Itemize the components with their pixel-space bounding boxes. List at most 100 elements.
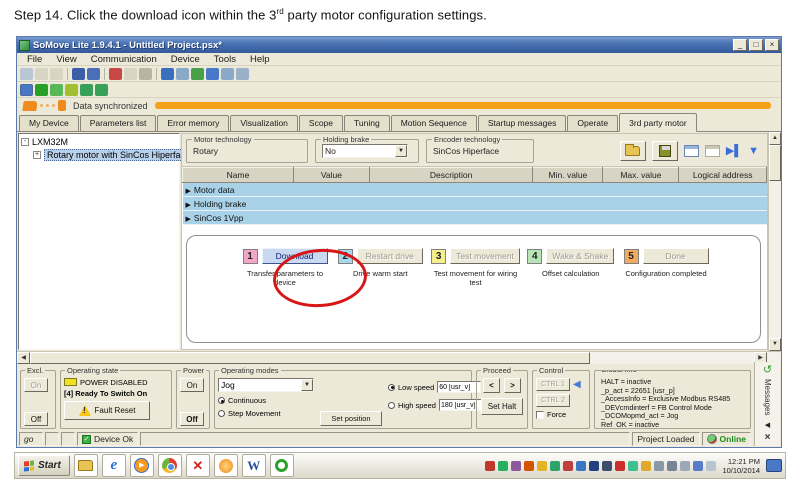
scrollbar-thumb[interactable]	[769, 145, 781, 181]
scrollbar-track[interactable]	[590, 352, 754, 364]
tray-icon[interactable]	[550, 461, 560, 471]
low-speed-input[interactable]	[437, 381, 481, 393]
tab-3rd-party-motor[interactable]: 3rd party motor	[619, 113, 697, 132]
tray-icon[interactable]	[602, 461, 612, 471]
power-on-button[interactable]: On	[180, 378, 204, 392]
taskbar-item-remote-app[interactable]: ✕	[186, 454, 210, 477]
tray-icon[interactable]	[576, 461, 586, 471]
tray-icon[interactable]	[537, 461, 547, 471]
tray-icon[interactable]	[485, 461, 495, 471]
save-as-icon[interactable]	[87, 68, 100, 80]
open-motor-file-button[interactable]	[620, 141, 646, 161]
taskbar-item-internet-explorer[interactable]: e	[102, 454, 126, 477]
tray-icon[interactable]	[589, 461, 599, 471]
chevron-down-icon[interactable]: ▼	[395, 145, 407, 157]
force-checkbox[interactable]: Force	[536, 410, 586, 419]
download-button[interactable]: Download	[262, 248, 328, 264]
holding-brake-select[interactable]: No ▼	[322, 144, 408, 158]
low-speed-radio[interactable]: Low speed	[388, 381, 474, 393]
tab-startup-messages[interactable]: Startup messages	[478, 115, 567, 131]
tab-tuning[interactable]: Tuning	[344, 115, 390, 131]
tab-my-device[interactable]: My Device	[19, 115, 79, 131]
tree-node-rotary-motor[interactable]: + Rotary motor with SinCos Hiperface	[33, 149, 177, 161]
minimize-button[interactable]: _	[733, 39, 747, 51]
restore-button[interactable]: □	[749, 39, 763, 51]
tab-error-memory[interactable]: Error memory	[157, 115, 229, 131]
start-button[interactable]: Start	[18, 455, 70, 476]
taskbar-item-somove[interactable]	[270, 454, 294, 477]
transfer-down-icon[interactable]	[236, 68, 249, 80]
taskbar-item-chrome[interactable]	[158, 454, 182, 477]
tray-icon[interactable]	[667, 461, 677, 471]
sync-down-icon[interactable]	[206, 68, 219, 80]
expand-row-icon[interactable]: ▶	[186, 188, 191, 195]
tray-icon[interactable]	[693, 461, 703, 471]
table-row[interactable]: ▶Motor data	[183, 183, 767, 197]
double-chevron-down-icon[interactable]: ▼	[748, 146, 759, 157]
show-desktop-icon[interactable]	[766, 459, 782, 472]
tree-node-lxm32m[interactable]: - LXM32M	[21, 137, 177, 147]
step-movement-radio[interactable]: Step Movement	[218, 409, 314, 418]
collapse-icon[interactable]: -	[21, 138, 29, 146]
tab-parameters-list[interactable]: Parameters list	[80, 115, 157, 131]
data-ok-icon[interactable]	[50, 84, 63, 96]
tray-icon[interactable]	[706, 461, 716, 471]
play-step-icon[interactable]: ▶▌	[726, 146, 742, 157]
scroll-left-icon[interactable]: ◀	[17, 352, 30, 364]
vertical-scrollbar[interactable]: ▲ ▼	[768, 132, 781, 351]
tab-operate[interactable]: Operate	[567, 115, 618, 131]
transfer-up-icon[interactable]	[221, 68, 234, 80]
column-header-min-value[interactable]: Min. value	[533, 168, 603, 183]
column-header-logical-address[interactable]: Logical address	[679, 168, 767, 183]
menu-help[interactable]: Help	[244, 54, 276, 65]
open-project-icon[interactable]	[50, 68, 63, 80]
tray-icon[interactable]	[628, 461, 638, 471]
tray-icon[interactable]	[511, 461, 521, 471]
tray-icon[interactable]	[615, 461, 625, 471]
table-row[interactable]: ▶SinCos 1Vpp	[183, 211, 767, 225]
close-messages-icon[interactable]: ×	[765, 432, 771, 443]
my-device-icon[interactable]	[20, 84, 33, 96]
taskbar-clock[interactable]: 12:21 PM 10/10/2014	[722, 457, 760, 475]
tab-scope[interactable]: Scope	[299, 115, 343, 131]
chevron-down-icon[interactable]: ▼	[301, 379, 313, 391]
column-header-max-value[interactable]: Max. value	[603, 168, 679, 183]
load-from-device-icon[interactable]	[95, 84, 108, 96]
power-off-button[interactable]: Off	[180, 412, 204, 426]
table-view-icon[interactable]	[684, 145, 699, 157]
tab-motion-sequence[interactable]: Motion Sequence	[391, 115, 477, 131]
column-header-value[interactable]: Value	[293, 168, 369, 183]
sync-up-icon[interactable]	[191, 68, 204, 80]
taskbar-item-media-player[interactable]: ▶	[130, 454, 154, 477]
tray-icon[interactable]	[524, 461, 534, 471]
tray-icon[interactable]	[680, 461, 690, 471]
close-button[interactable]: ×	[765, 39, 779, 51]
edit-parameters-icon[interactable]	[65, 84, 78, 96]
horizontal-scrollbar[interactable]: ◀ ▶	[17, 351, 781, 364]
column-header-description[interactable]: Description	[369, 168, 533, 183]
fault-reset-button[interactable]: Fault Reset	[64, 401, 150, 420]
menu-view[interactable]: View	[50, 54, 82, 65]
table-row[interactable]: ▶Holding brake	[183, 197, 767, 211]
new-project-icon[interactable]	[35, 68, 48, 80]
scroll-down-icon[interactable]: ▼	[769, 338, 781, 351]
menu-file[interactable]: File	[21, 54, 48, 65]
tray-icon[interactable]	[654, 461, 664, 471]
collapse-left-icon[interactable]: ◀	[765, 421, 770, 429]
refresh-icon[interactable]	[35, 84, 48, 96]
set-position-button[interactable]: Set position	[320, 411, 382, 426]
tray-icon[interactable]	[498, 461, 508, 471]
column-header-name[interactable]: Name	[183, 168, 294, 183]
tab-visualization[interactable]: Visualization	[230, 115, 298, 131]
taskbar-item-utility-app[interactable]	[214, 454, 238, 477]
step-back-button[interactable]: <	[483, 378, 500, 393]
expand-icon[interactable]: +	[33, 151, 41, 159]
new-document-icon[interactable]	[109, 68, 122, 80]
save-icon[interactable]	[72, 68, 85, 80]
store-to-device-icon[interactable]	[80, 84, 93, 96]
taskbar-item-word[interactable]: W	[242, 454, 266, 477]
print-preview-icon[interactable]	[124, 68, 137, 80]
set-halt-button[interactable]: Set Halt	[481, 398, 523, 415]
messages-panel[interactable]: ↺ Messages ◀ ×	[754, 362, 780, 446]
info-icon[interactable]	[161, 68, 174, 80]
